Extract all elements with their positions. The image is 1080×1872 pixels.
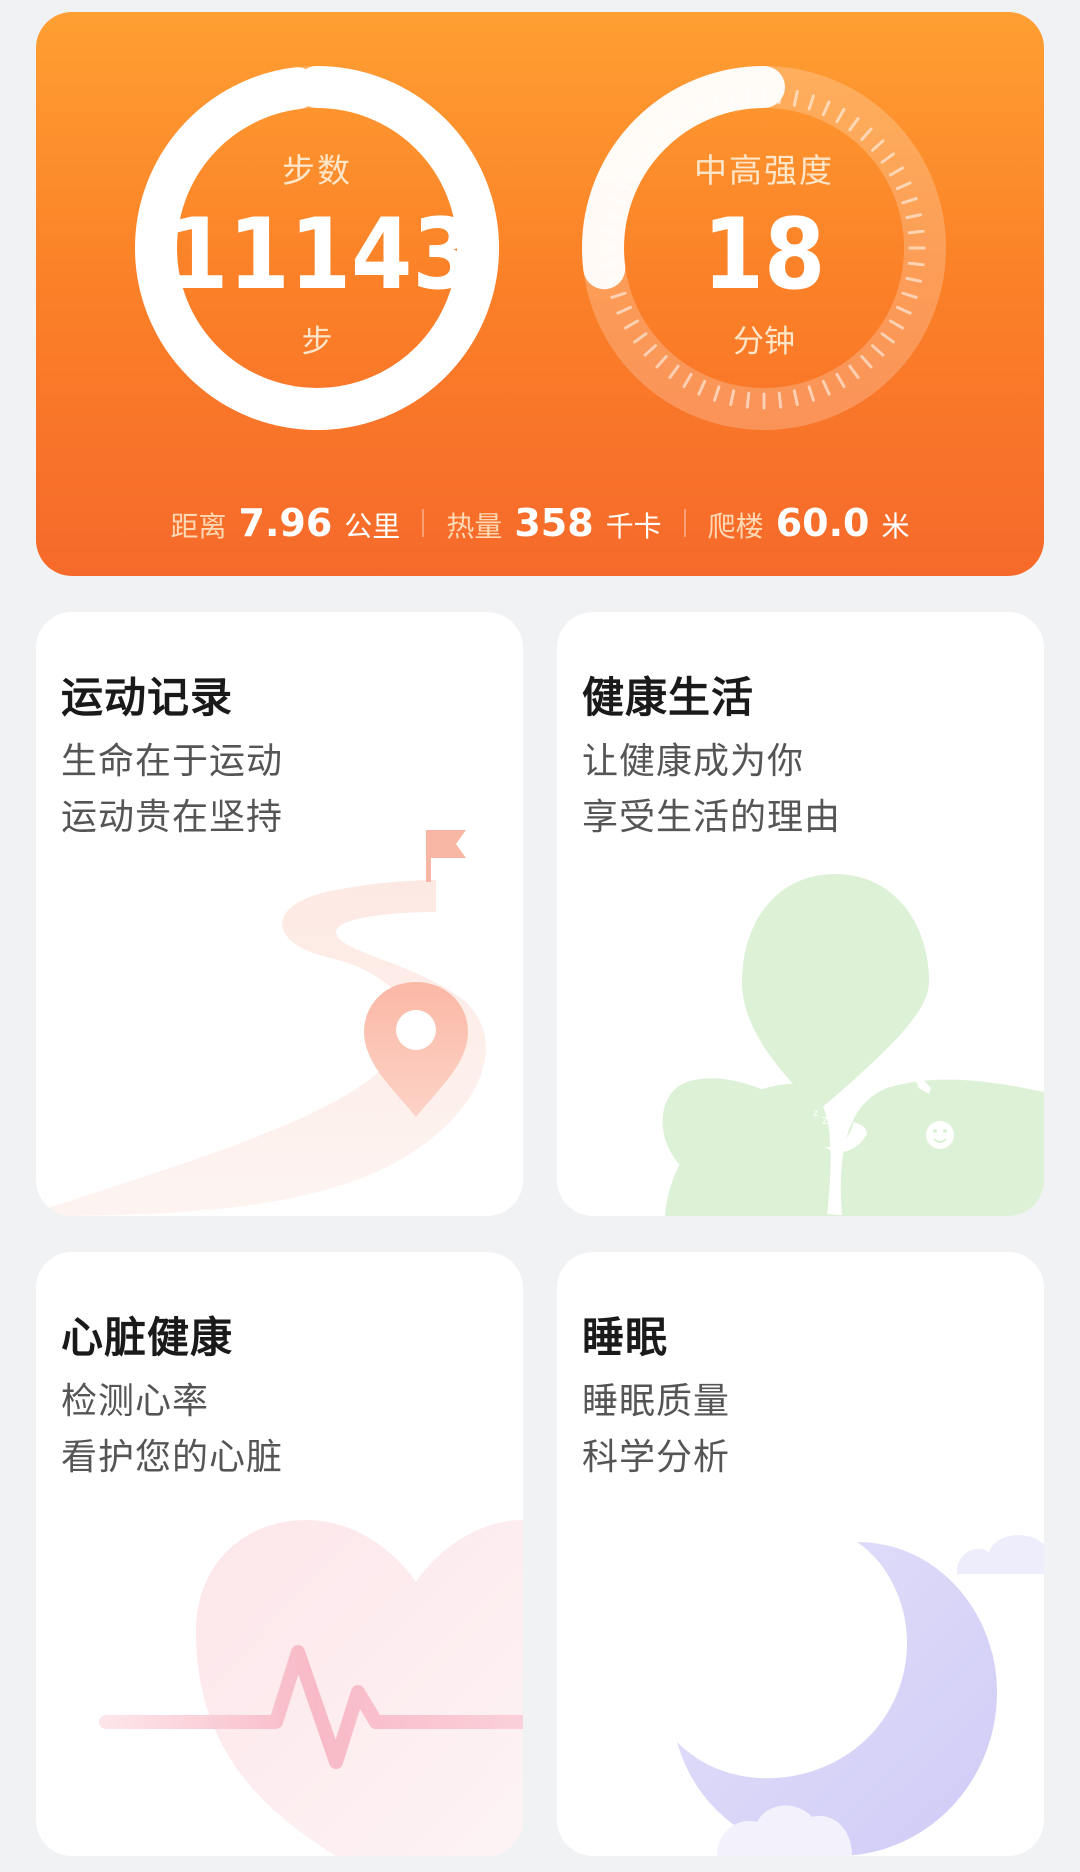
sleep-card[interactable]: 睡眠 睡眠质量 科学分析 [557,1252,1044,1856]
steps-unit: 步 [301,324,333,360]
intensity-tick [745,391,751,409]
healthy-life-line2: 享受生活的理由 [582,797,842,838]
stat-distance: 距离 7.96 公里 [149,501,423,545]
steps-text-group: 步数 11143 步 [167,144,474,361]
cloud-icon [957,1534,1044,1574]
flag-icon [426,830,466,882]
svg-text:z: z [813,1108,818,1119]
smile-icon [926,1121,954,1149]
sleep-line2: 科学分析 [582,1437,731,1478]
intensity-tick [777,391,783,409]
heart-health-line1: 检测心率 [61,1381,210,1422]
stat-calories-value: 358 [514,501,594,545]
steps-label: 步数 [282,151,352,190]
stat-floors-label: 爬楼 [707,510,764,543]
clover-icon [662,874,1044,1216]
stat-calories-label: 热量 [446,510,503,543]
stat-distance-unit: 公里 [344,510,401,543]
steps-value: 11143 [167,198,474,312]
exercise-record-line1: 生命在于运动 [61,741,284,782]
stat-calories-unit: 千卡 [605,510,662,543]
exercise-record-card[interactable]: 运动记录 生命在于运动 运动贵在坚持 [36,612,523,1216]
sleep-line1: 睡眠质量 [582,1381,731,1422]
intensity-text-group: 中高强度 18 分钟 [614,144,914,361]
moon-icon [677,1542,997,1856]
sleep-title: 睡眠 [582,1313,669,1362]
healthy-life-line1: 让健康成为你 [582,741,805,782]
intensity-value: 18 [702,198,826,312]
healthy-life-card[interactable]: z z 健康生活 让健康成为你 享受生活的理由 [557,612,1044,1216]
stat-floors: 爬楼 60.0 米 [686,501,932,545]
stats-row: 距离 7.96 公里 热量 358 千卡 爬楼 60.0 米 [36,488,1044,558]
exercise-record-title: 运动记录 [61,673,234,722]
healthy-life-title: 健康生活 [582,673,755,722]
stat-calories: 热量 358 千卡 [424,501,683,545]
stat-floors-value: 60.0 [775,501,870,545]
exercise-record-line2: 运动贵在坚持 [61,797,284,838]
svg-text:z: z [822,1113,828,1127]
heart-health-card[interactable]: 心脏健康 检测心率 看护您的心脏 [36,1252,523,1856]
activity-summary-card[interactable]: 步数 11143 步 中高强度 18 分钟 距离 7.96 公里 热量 358 … [36,12,1044,576]
intensity-label: 中高强度 [694,151,834,190]
stat-distance-value: 7.96 [238,501,333,545]
stat-floors-unit: 米 [881,510,910,543]
heart-health-title: 心脏健康 [61,1313,234,1362]
stat-distance-label: 距离 [170,510,227,543]
heart-health-line2: 看护您的心脏 [61,1437,284,1478]
intensity-unit: 分钟 [733,324,795,360]
